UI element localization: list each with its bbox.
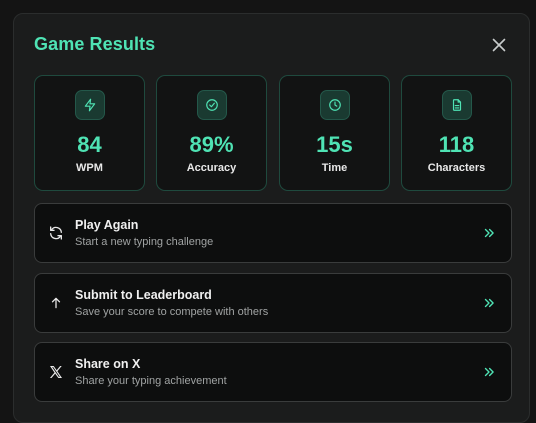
action-description: Start a new typing challenge: [75, 236, 214, 248]
stat-label: WPM: [76, 162, 103, 174]
stat-icon-box: [442, 90, 472, 120]
stat-icon-box: [197, 90, 227, 120]
stat-value: 84: [77, 132, 102, 157]
check-circle-icon: [206, 99, 218, 111]
refresh-icon: [50, 226, 62, 240]
stat-icon-box: [75, 90, 105, 120]
game-results-modal: Game Results 84 WPM 89% Accuracy 15s Tim…: [13, 13, 530, 423]
close-button[interactable]: [490, 36, 508, 54]
lightning-icon: [84, 98, 96, 112]
stat-value: 15s: [316, 132, 353, 157]
stat-card-characters: 118 Characters: [401, 75, 512, 191]
stat-label: Characters: [427, 162, 486, 174]
clock-icon: [329, 99, 341, 111]
action-title: Submit to Leaderboard: [75, 288, 212, 302]
share-on-x-button[interactable]: Share on X Share your typing achievement: [34, 342, 512, 402]
chevrons-right-icon: [484, 367, 494, 377]
arrow-up-icon: [51, 297, 61, 309]
stat-card-time: 15s Time: [279, 75, 390, 191]
action-title: Play Again: [75, 218, 139, 232]
play-again-button[interactable]: Play Again Start a new typing challenge: [34, 203, 512, 263]
x-logo-icon: [49, 366, 62, 378]
stat-icon-box: [320, 90, 350, 120]
stat-label: Time: [321, 162, 348, 174]
stat-value: 89%: [189, 132, 234, 157]
stat-card-accuracy: 89% Accuracy: [156, 75, 267, 191]
close-icon: [492, 38, 506, 52]
submit-leaderboard-button[interactable]: Submit to Leaderboard Save your score to…: [34, 273, 512, 333]
stat-label: Accuracy: [186, 162, 237, 174]
stat-value: 118: [438, 132, 475, 157]
modal-title: Game Results: [34, 34, 156, 54]
action-title: Share on X: [75, 357, 141, 371]
action-description: Save your score to compete with others: [75, 306, 269, 318]
action-description: Share your typing achievement: [75, 375, 227, 387]
document-icon: [452, 99, 462, 111]
chevrons-right-icon: [484, 228, 494, 238]
stat-card-wpm: 84 WPM: [34, 75, 145, 191]
chevrons-right-icon: [484, 298, 494, 308]
